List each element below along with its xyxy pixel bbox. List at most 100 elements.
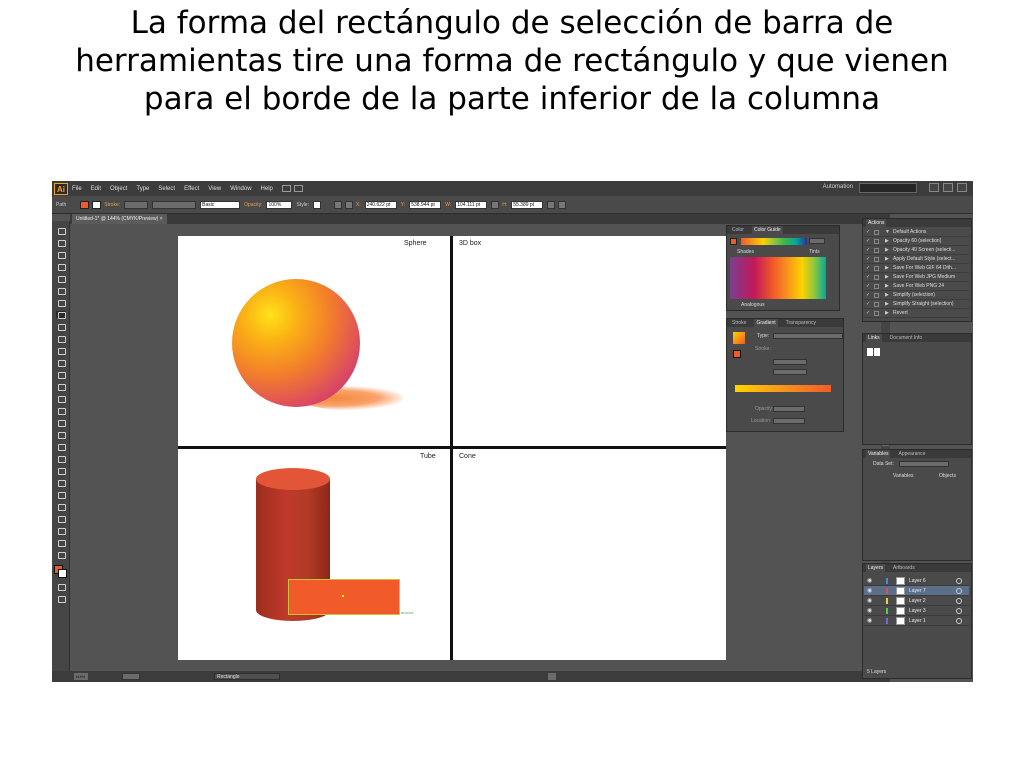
gradient-angle-field[interactable] (773, 359, 807, 365)
layer-target-icon[interactable] (956, 588, 962, 594)
slice-tool-icon[interactable] (56, 527, 66, 535)
maximize-icon[interactable] (943, 183, 953, 192)
tab-links[interactable]: Links (866, 334, 882, 342)
zoom-tool-icon[interactable] (56, 551, 66, 559)
graphic-style-swatch[interactable] (313, 200, 321, 209)
zoom-field[interactable]: 144% (74, 673, 88, 680)
eyedropper-tool-icon[interactable] (56, 467, 66, 475)
reference-point-icon[interactable] (345, 200, 353, 209)
shape-builder-tool-icon[interactable] (56, 419, 66, 427)
sphere-shape[interactable] (232, 279, 360, 407)
y-field[interactable]: 538.944 pt (409, 200, 442, 209)
x-field[interactable]: 240.622 pt (364, 200, 397, 209)
visibility-eye-icon[interactable]: ◉ (867, 587, 872, 595)
menu-view[interactable]: View (208, 186, 221, 192)
document-tab[interactable]: Untitled-1* @ 144% (CMYK/Preview) × (72, 214, 167, 224)
action-item[interactable]: ✓ ▶ Simplify Straight (selection) (864, 300, 969, 309)
action-item[interactable]: ✓ ▶ Opacity 40 Screen (selecti... (864, 246, 969, 255)
opacity-label[interactable]: Opacity: (244, 202, 262, 208)
variable-width-field[interactable] (152, 200, 197, 209)
tab-layers[interactable]: Layers (866, 564, 886, 572)
rotate-tool-icon[interactable] (56, 371, 66, 379)
symbol-sprayer-tool-icon[interactable] (56, 491, 66, 499)
linked-file-icon[interactable] (867, 348, 873, 356)
gradient-location-field[interactable] (773, 418, 805, 424)
mesh-tool-icon[interactable] (56, 443, 66, 451)
tab-gradient[interactable]: Gradient (754, 319, 778, 327)
menu-select[interactable]: Select (158, 186, 175, 192)
workspace-switcher[interactable]: Automation (823, 184, 853, 190)
layer-row[interactable]: ◉ Layer 1 (864, 616, 969, 626)
color-mode-icon[interactable] (56, 583, 66, 591)
data-set-dropdown[interactable] (899, 461, 949, 467)
tab-artboards[interactable]: Artboards (891, 564, 917, 572)
stroke-swatch[interactable] (92, 200, 102, 209)
stroke-label[interactable]: Stroke: (104, 202, 120, 208)
transform-icon[interactable] (547, 200, 556, 209)
tab-transparency[interactable]: Transparency (784, 319, 818, 327)
visibility-eye-icon[interactable]: ◉ (867, 617, 872, 625)
gradient-fill-icon[interactable] (733, 350, 741, 358)
direct-selection-tool-icon[interactable] (56, 239, 66, 247)
rectangle-tool-icon[interactable] (56, 311, 66, 319)
menu-edit[interactable]: Edit (91, 186, 101, 192)
action-item[interactable]: ✓ ▼ Default Actions (864, 228, 969, 237)
pen-tool-icon[interactable] (56, 275, 66, 283)
width-tool-icon[interactable] (56, 395, 66, 403)
action-item[interactable]: ✓ ▶ Save For Web GIF 64 Dith... (864, 264, 969, 273)
blend-tool-icon[interactable] (56, 479, 66, 487)
paintbrush-tool-icon[interactable] (56, 323, 66, 331)
color-variations-grid[interactable] (730, 257, 826, 299)
tab-variables[interactable]: Variables (866, 450, 891, 458)
layer-target-icon[interactable] (956, 618, 962, 624)
gradient-thumbnail[interactable] (733, 332, 745, 344)
free-transform-tool-icon[interactable] (56, 407, 66, 415)
width-field[interactable]: 104.111 pt (455, 200, 488, 209)
lasso-tool-icon[interactable] (56, 263, 66, 271)
arrange-documents-icon[interactable] (293, 185, 303, 192)
screen-mode-icon[interactable] (56, 595, 66, 603)
magic-wand-tool-icon[interactable] (56, 251, 66, 259)
tab-actions[interactable]: Actions (866, 219, 887, 227)
column-graph-tool-icon[interactable] (56, 503, 66, 511)
tab-appearance[interactable]: Appearance (896, 450, 927, 458)
panel-menu-icon[interactable] (558, 200, 567, 209)
action-item[interactable]: ✓ ▶ Revert (864, 309, 969, 318)
layer-target-icon[interactable] (956, 608, 962, 614)
current-tool-field[interactable]: Rectangle (214, 673, 280, 680)
stroke-weight-field[interactable] (124, 200, 149, 209)
gradient-aspect-field[interactable] (773, 369, 807, 375)
layer-row[interactable]: ◉ Layer 3 (864, 606, 969, 616)
brush-definition-field[interactable]: Basic (200, 200, 241, 209)
action-item[interactable]: ✓ ▶ Save For Web PNG 24 (864, 282, 969, 291)
tab-document-info[interactable]: Document Info (888, 334, 925, 342)
blob-brush-tool-icon[interactable] (56, 347, 66, 355)
artboard-tool-icon[interactable] (56, 515, 66, 523)
layer-row[interactable]: ◉ Layer 7 (864, 586, 969, 596)
tab-stroke[interactable]: Stroke (730, 319, 748, 327)
layer-target-icon[interactable] (956, 598, 962, 604)
action-item[interactable]: ✓ ▶ Apply Default Style (select... (864, 255, 969, 264)
menu-type[interactable]: Type (136, 186, 149, 192)
scale-tool-icon[interactable] (56, 383, 66, 391)
hand-tool-icon[interactable] (56, 539, 66, 547)
gradient-tool-icon[interactable] (56, 455, 66, 463)
harmony-colors-strip[interactable] (741, 238, 807, 245)
artboard-navigation-field[interactable] (122, 673, 140, 680)
height-field[interactable]: 55.389 pt (511, 200, 544, 209)
stroke-color-icon[interactable] (58, 569, 67, 578)
linked-file-icon[interactable] (874, 348, 880, 356)
gradient-type-dropdown[interactable] (773, 333, 843, 339)
horizontal-scroll-thumb[interactable] (548, 673, 556, 680)
harmony-rules-dropdown[interactable] (809, 238, 825, 244)
artboard[interactable]: Sphere 3D box Tube Cone anchor (178, 236, 726, 660)
layer-row[interactable]: ◉ Layer 6 (864, 576, 969, 586)
visibility-eye-icon[interactable]: ◉ (867, 607, 872, 615)
bridge-icon[interactable] (281, 185, 291, 192)
search-input[interactable] (859, 183, 917, 193)
action-item[interactable]: ✓ ▶ Simplify (selection) (864, 291, 969, 300)
base-color-swatch[interactable] (730, 238, 737, 245)
selected-rectangle[interactable] (288, 579, 400, 615)
tube-top[interactable] (256, 468, 330, 490)
line-tool-icon[interactable] (56, 299, 66, 307)
